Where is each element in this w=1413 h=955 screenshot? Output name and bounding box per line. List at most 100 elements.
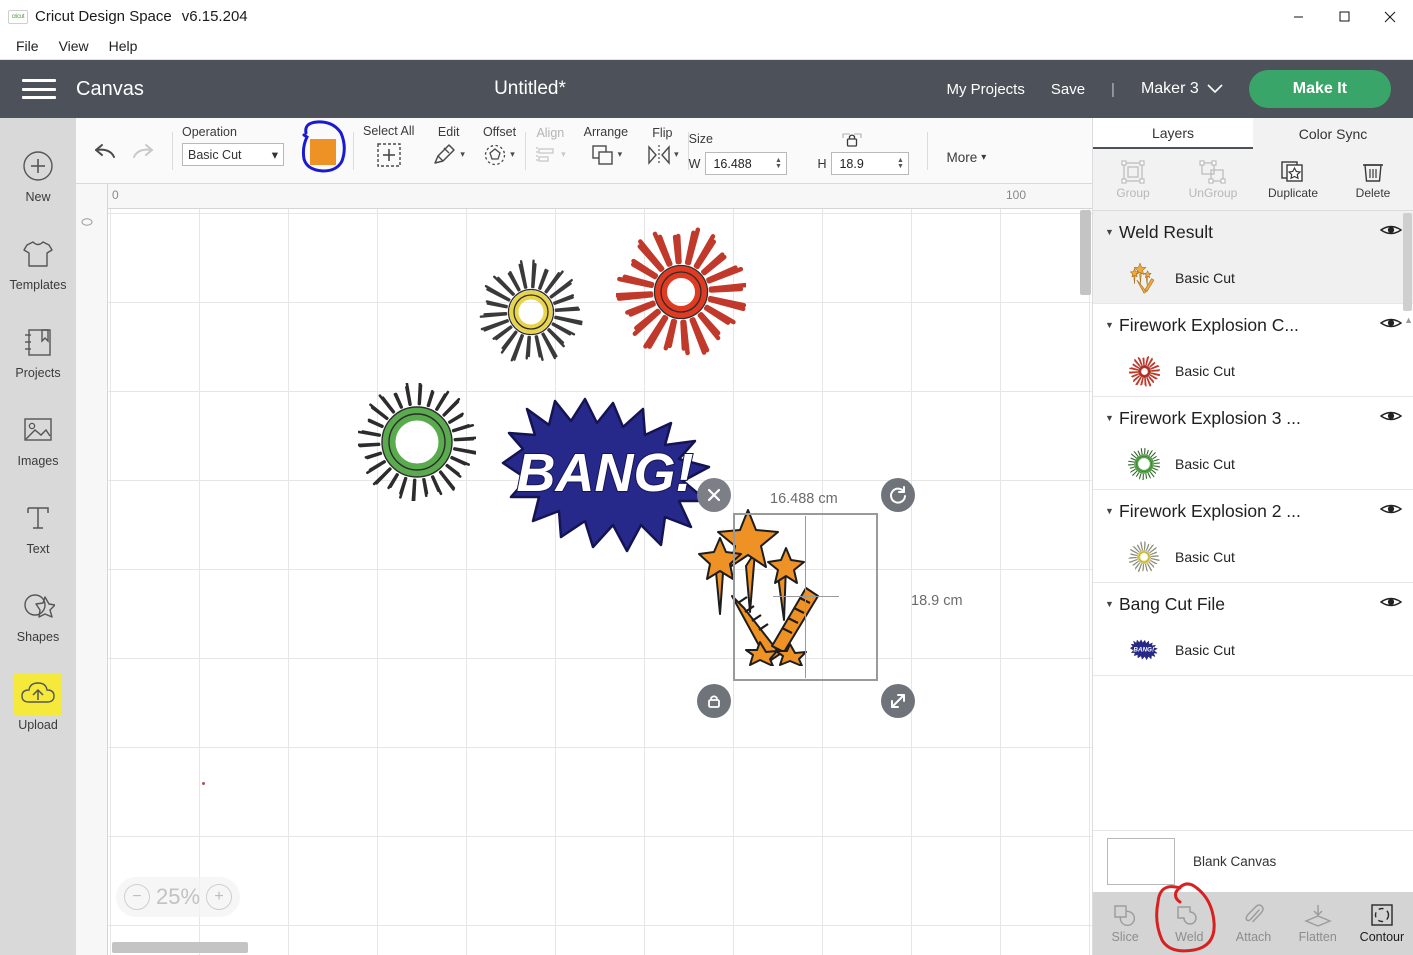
visibility-eye-icon[interactable]: [1379, 595, 1403, 614]
tab-layers[interactable]: Layers: [1093, 118, 1253, 149]
firework-burst-green[interactable]: [358, 383, 476, 501]
layer-group[interactable]: ▼ Bang Cut File BANG! Basic Cut: [1093, 583, 1413, 676]
layer-row[interactable]: BANG! Basic Cut: [1093, 625, 1413, 675]
layer-name: Firework Explosion 2 ...: [1119, 500, 1301, 521]
rotate-handle[interactable]: [881, 478, 915, 512]
layer-row[interactable]: Basic Cut: [1093, 532, 1413, 582]
canvas-horizontal-scrollbar[interactable]: [112, 942, 248, 953]
width-value: 16.488: [713, 156, 752, 171]
caret-down-icon[interactable]: ▼: [1105, 227, 1119, 237]
layer-group[interactable]: ▼ Firework Explosion C... Basic Cut: [1093, 304, 1413, 397]
width-input[interactable]: 16.488 ▲ ▼: [705, 152, 788, 175]
layer-group[interactable]: ▼ Weld Result Basic Cut: [1093, 211, 1413, 304]
duplicate-button[interactable]: Duplicate: [1253, 149, 1333, 210]
caret-down-icon[interactable]: ▼: [1105, 506, 1119, 516]
delete-button[interactable]: Delete: [1333, 149, 1413, 210]
layer-header[interactable]: ▼ Firework Explosion 3 ...: [1093, 397, 1413, 439]
close-button[interactable]: [1367, 0, 1413, 33]
layer-row-label: Basic Cut: [1175, 363, 1235, 379]
scroll-up-arrow-icon[interactable]: ▲: [1404, 315, 1413, 325]
canvas-vertical-scrollbar[interactable]: [1080, 210, 1091, 295]
resize-handle[interactable]: [881, 684, 915, 718]
canvas-grid[interactable]: BANG! 16.488 cm 18.9 cm: [108, 209, 1092, 955]
visibility-eye-icon[interactable]: [1379, 409, 1403, 428]
select-all-button[interactable]: Select All: [363, 124, 414, 178]
width-stepper[interactable]: ▲ ▼: [770, 153, 786, 174]
lock-handle[interactable]: [697, 684, 731, 718]
visibility-eye-icon[interactable]: [1379, 223, 1403, 242]
sidebar-item-text[interactable]: Text: [0, 482, 76, 570]
tab-color-sync[interactable]: Color Sync: [1253, 118, 1413, 149]
operation-select[interactable]: Basic Cut ▾: [182, 143, 284, 166]
more-button[interactable]: More ▾: [946, 150, 986, 165]
caret-down-icon[interactable]: ▼: [1105, 413, 1119, 423]
sidebar-item-projects[interactable]: Projects: [0, 306, 76, 394]
redo-icon[interactable]: [124, 134, 158, 168]
layers-list[interactable]: ▼ Weld Result Basic Cut ▼ Firework Explo…: [1093, 211, 1413, 930]
layer-group[interactable]: ▼ Firework Explosion 3 ... Basic Cut: [1093, 397, 1413, 490]
layer-row[interactable]: Basic Cut: [1093, 439, 1413, 489]
layer-group[interactable]: ▼ Firework Explosion 2 ... Basic Cut: [1093, 490, 1413, 583]
offset-button[interactable]: Offset ▾: [483, 125, 516, 177]
delete-handle[interactable]: [697, 478, 731, 512]
chevron-down-icon: ▾: [460, 149, 465, 159]
layer-header[interactable]: ▼ Bang Cut File: [1093, 583, 1413, 625]
make-it-button[interactable]: Make It: [1248, 70, 1391, 108]
sidebar-label-projects: Projects: [15, 365, 61, 380]
height-stepper[interactable]: ▲ ▼: [892, 153, 908, 174]
flatten-button[interactable]: Flatten: [1286, 892, 1350, 955]
stray-artwork-dot[interactable]: [202, 782, 205, 785]
firework-burst-red[interactable]: [616, 227, 746, 357]
blank-canvas-row[interactable]: Blank Canvas: [1093, 830, 1413, 892]
edit-button[interactable]: Edit ▾: [432, 125, 465, 177]
attach-button[interactable]: Attach: [1221, 892, 1285, 955]
slice-button[interactable]: Slice: [1093, 892, 1157, 955]
lock-closed-icon[interactable]: [841, 130, 863, 150]
menu-view[interactable]: View: [49, 35, 99, 57]
cloud-upload-icon: [14, 672, 62, 715]
bang-starburst[interactable]: BANG!: [493, 397, 721, 557]
menu-file[interactable]: File: [6, 35, 49, 57]
menu-help[interactable]: Help: [99, 35, 148, 57]
layer-header[interactable]: ▼ Firework Explosion 2 ...: [1093, 490, 1413, 532]
visibility-eye-icon[interactable]: [1379, 502, 1403, 521]
blank-canvas-label: Blank Canvas: [1193, 854, 1277, 869]
app-name: Cricut Design Space: [35, 8, 172, 25]
layer-name: Weld Result: [1119, 221, 1214, 242]
zoom-in-button[interactable]: +: [206, 884, 233, 910]
machine-selector[interactable]: Maker 3: [1141, 80, 1199, 98]
minimize-button[interactable]: [1275, 0, 1321, 33]
arrange-button[interactable]: Arrange ▾: [584, 125, 628, 177]
ungroup-button[interactable]: UnGroup: [1173, 149, 1253, 210]
layer-row[interactable]: Basic Cut: [1093, 346, 1413, 396]
sidebar-item-templates[interactable]: Templates: [0, 218, 76, 306]
width-label: W: [688, 156, 701, 171]
weld-button[interactable]: Weld: [1157, 892, 1221, 955]
layers-scrollbar[interactable]: [1403, 213, 1412, 311]
sidebar-label-shapes: Shapes: [16, 629, 60, 644]
color-swatch[interactable]: [310, 138, 336, 165]
sidebar-item-upload[interactable]: Upload: [0, 658, 76, 746]
firework-green-thumb: [1127, 447, 1161, 481]
caret-down-icon[interactable]: ▼: [1105, 599, 1119, 609]
sidebar-item-new[interactable]: New: [0, 130, 76, 218]
chevron-down-icon[interactable]: [1207, 82, 1223, 97]
sidebar-item-images[interactable]: Images: [0, 394, 76, 482]
sidebar-item-shapes[interactable]: Shapes: [0, 570, 76, 658]
zoom-out-button[interactable]: −: [124, 884, 150, 910]
layer-row[interactable]: Basic Cut: [1093, 253, 1413, 303]
undo-icon[interactable]: [90, 134, 124, 168]
align-button[interactable]: Align ▾: [535, 126, 566, 176]
height-input[interactable]: 18.9 ▲ ▼: [831, 152, 910, 175]
select-all-icon: [377, 142, 401, 167]
flip-button[interactable]: Flip ▾: [646, 126, 679, 176]
visibility-eye-icon[interactable]: [1379, 316, 1403, 335]
layer-header[interactable]: ▼ Weld Result: [1093, 211, 1413, 253]
layer-header[interactable]: ▼ Firework Explosion C...: [1093, 304, 1413, 346]
group-button[interactable]: Group: [1093, 149, 1173, 210]
canvas-area[interactable]: 0 100 BANG! 16.488 cm 18.9 cm − 25% +: [76, 184, 1092, 955]
maximize-button[interactable]: [1321, 0, 1367, 33]
caret-down-icon[interactable]: ▼: [1105, 320, 1119, 330]
contour-button[interactable]: Contour: [1350, 892, 1413, 955]
firework-burst-yellow[interactable]: [478, 259, 584, 365]
